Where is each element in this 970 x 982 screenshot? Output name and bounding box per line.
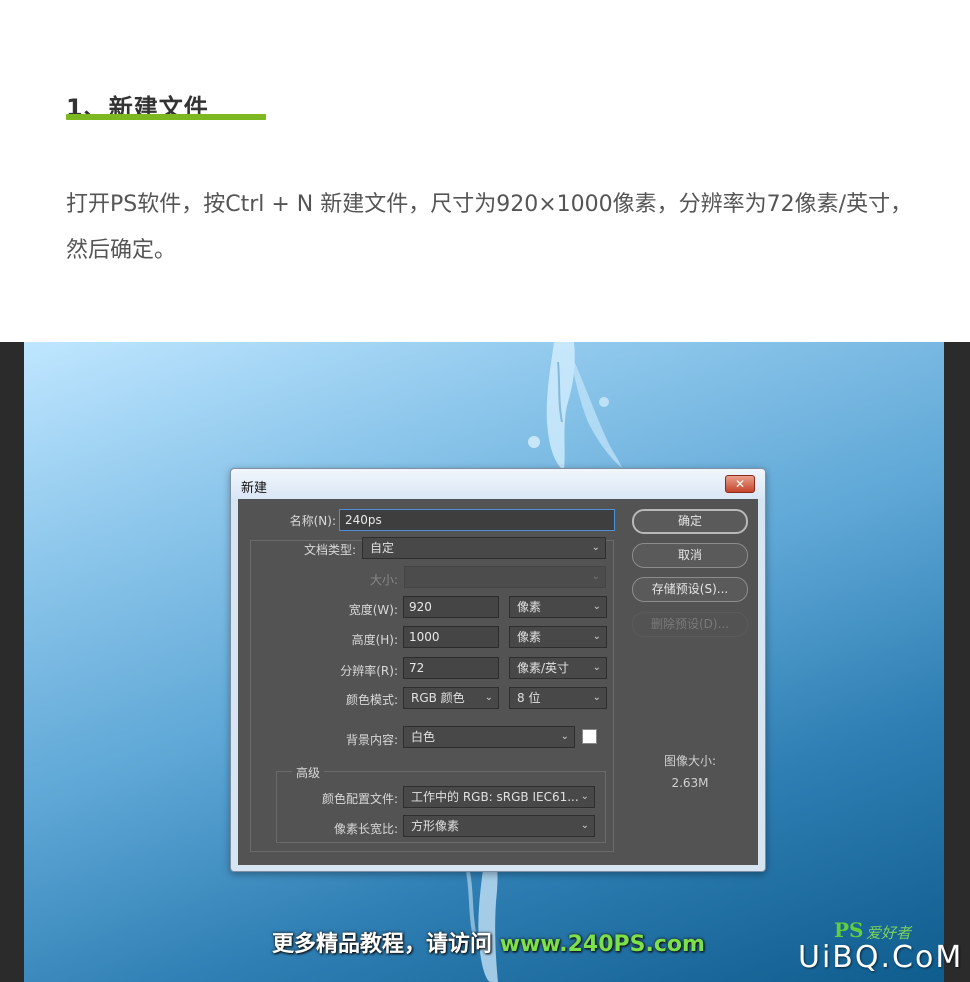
bit-depth-select[interactable]: 8 位 ⌄ (509, 687, 607, 709)
pixel-aspect-value: 方形像素 (411, 819, 460, 833)
color-mode-value: RGB 颜色 (411, 691, 465, 705)
chevron-down-icon: ⌄ (592, 601, 601, 612)
cancel-button[interactable]: 取消 (632, 543, 748, 568)
name-field[interactable]: 240ps (339, 509, 615, 531)
width-unit-value: 像素 (517, 600, 542, 614)
color-mode-select[interactable]: RGB 颜色 ⌄ (403, 687, 499, 709)
chevron-down-icon: ⌄ (592, 692, 601, 703)
heading-underline (66, 114, 266, 120)
site-logo: PS 爱好者 UiBQ.CoM (794, 918, 964, 978)
background-select[interactable]: 白色 ⌄ (403, 726, 575, 748)
article-paragraph: 打开PS软件，按Ctrl + N 新建文件，尺寸为920×1000像素，分辨率为… (66, 192, 913, 263)
chevron-down-icon: ⌄ (560, 731, 569, 742)
bit-depth-value: 8 位 (517, 691, 541, 705)
resolution-field[interactable]: 72 (403, 657, 499, 679)
background-label: 背景内容: (345, 733, 398, 747)
water-splash-top (528, 342, 622, 470)
doc-type-label: 文档类型: (303, 543, 356, 557)
color-profile-value: 工作中的 RGB: sRGB IEC61... (411, 790, 579, 804)
delete-preset-button: 删除预设(D)... (632, 612, 748, 637)
promo-watermark: 更多精品教程，请访问 www.240PS.com (272, 926, 705, 958)
resolution-label: 分辨率(R): (340, 664, 398, 678)
name-label: 名称(N): (289, 514, 336, 528)
background-color-swatch[interactable] (582, 729, 597, 744)
chevron-down-icon: ⌄ (580, 791, 589, 802)
save-preset-button[interactable]: 存储预设(S)... (632, 577, 748, 602)
dialog-title: 新建 (241, 481, 268, 496)
width-unit-select[interactable]: 像素 ⌄ (509, 596, 607, 618)
resolution-unit-value: 像素/英寸 (517, 661, 570, 675)
color-profile-select[interactable]: 工作中的 RGB: sRGB IEC61... ⌄ (403, 786, 595, 808)
pixel-aspect-select[interactable]: 方形像素 ⌄ (403, 815, 595, 837)
color-mode-label: 颜色模式: (345, 693, 398, 707)
height-unit-value: 像素 (517, 630, 542, 644)
ok-button[interactable]: 确定 (632, 509, 748, 534)
width-label: 宽度(W): (348, 603, 398, 617)
size-label: 大小: (369, 573, 398, 587)
dialog-body: 名称(N): 240ps 文档类型: 自定 ⌄ 大小: ⌄ 宽度(W): 920… (238, 499, 758, 865)
height-unit-select[interactable]: 像素 ⌄ (509, 626, 607, 648)
height-label: 高度(H): (351, 633, 398, 647)
promo-url: www.240PS.com (499, 932, 705, 957)
new-document-dialog: 新建 ✕ 名称(N): 240ps 文档类型: 自定 ⌄ 大小: ⌄ 宽度(W)… (230, 468, 766, 872)
doc-type-select[interactable]: 自定 ⌄ (362, 537, 606, 559)
screenshot-frame: 新建 ✕ 名称(N): 240ps 文档类型: 自定 ⌄ 大小: ⌄ 宽度(W)… (0, 342, 970, 982)
background-canvas: 新建 ✕ 名称(N): 240ps 文档类型: 自定 ⌄ 大小: ⌄ 宽度(W)… (24, 342, 944, 982)
image-size-value: 2.63M (671, 776, 709, 790)
chevron-down-icon: ⌄ (592, 662, 601, 673)
logo-main-text: UiBQ.CoM (798, 940, 964, 975)
chevron-down-icon: ⌄ (591, 571, 600, 582)
chevron-down-icon: ⌄ (484, 692, 493, 703)
promo-text: 更多精品教程，请访问 (272, 932, 493, 957)
height-field[interactable]: 1000 (403, 626, 499, 648)
chevron-down-icon: ⌄ (592, 631, 601, 642)
pixel-aspect-label: 像素长宽比: (333, 822, 398, 836)
resolution-unit-select[interactable]: 像素/英寸 ⌄ (509, 657, 607, 679)
close-button[interactable]: ✕ (725, 475, 755, 493)
water-splash-bottom (466, 862, 498, 982)
advanced-label: 高级 (292, 764, 325, 781)
background-value: 白色 (411, 730, 436, 744)
chevron-down-icon: ⌄ (580, 820, 589, 831)
width-field[interactable]: 920 (403, 596, 499, 618)
logo-ps: PS (834, 918, 864, 942)
dialog-titlebar[interactable]: 新建 ✕ (231, 469, 765, 499)
image-size-label: 图像大小: (663, 754, 717, 768)
size-select: ⌄ (404, 566, 606, 588)
color-profile-label: 颜色配置文件: (321, 792, 398, 806)
chevron-down-icon: ⌄ (591, 542, 600, 553)
doc-type-value: 自定 (370, 541, 395, 555)
